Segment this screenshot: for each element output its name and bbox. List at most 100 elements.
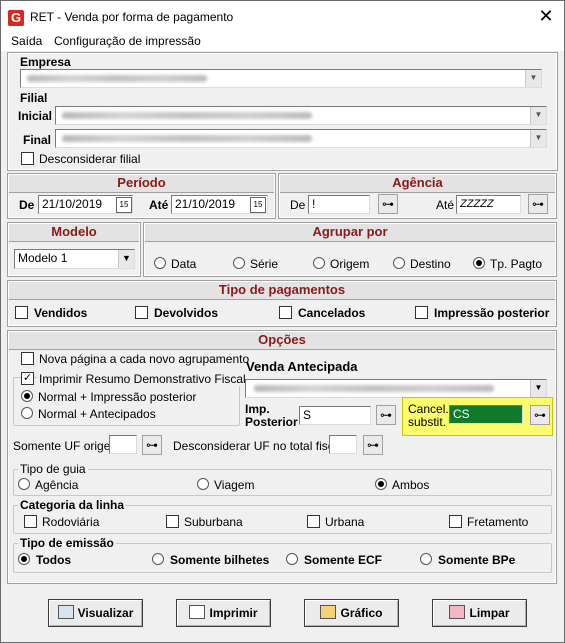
fretamento-checkbox[interactable] <box>449 515 462 528</box>
chevron-down-icon[interactable]: ▼ <box>118 250 134 268</box>
chevron-down-icon[interactable]: ▼ <box>530 130 546 147</box>
resumo-normal-impressao-radio[interactable] <box>21 390 33 402</box>
agrupar-tp-pagto-label: Tp. Pagto <box>490 257 543 271</box>
cancel-substit-input[interactable]: CS <box>449 405 523 424</box>
binoculars-icon[interactable]: ⊶ <box>363 435 383 455</box>
suburbana-checkbox[interactable] <box>166 515 179 528</box>
impressao-posterior-label: Impressão posterior <box>434 306 550 320</box>
limpar-button[interactable]: Limpar <box>432 599 527 627</box>
tipo-guia-title: Tipo de guia <box>18 462 88 476</box>
emissao-ecf-label: Somente ECF <box>304 553 383 567</box>
venda-antecipada-combo[interactable] <box>245 379 547 398</box>
opcoes-title: Opções <box>9 332 555 350</box>
chevron-down-icon[interactable]: ▼ <box>530 380 546 397</box>
filial-inicial-combo[interactable] <box>55 106 547 125</box>
desconsiderar-filial-checkbox[interactable] <box>21 152 34 165</box>
resumo-normal-antecipados-label: Normal + Antecipados <box>38 407 156 421</box>
agencia-de-label: De <box>290 198 306 212</box>
somente-uf-label: Somente UF origem <box>13 439 121 453</box>
somente-uf-input[interactable] <box>109 435 137 454</box>
emissao-ecf-radio[interactable] <box>286 553 298 565</box>
agencia-de-input[interactable]: ! <box>308 195 370 214</box>
rodoviaria-checkbox[interactable] <box>24 515 37 528</box>
binoculars-icon[interactable]: ⊶ <box>528 194 548 214</box>
periodo-ate-label: Até <box>149 198 169 212</box>
agrupar-origem-label: Origem <box>330 257 370 271</box>
agrupar-tp-pagto-radio[interactable] <box>473 257 485 269</box>
tipo-guia-group <box>13 469 552 496</box>
imprimir-button[interactable]: Imprimir <box>176 599 271 627</box>
guia-viagem-radio[interactable] <box>197 478 209 490</box>
urbana-label: Urbana <box>325 515 365 529</box>
empresa-value-redacted <box>27 75 207 82</box>
printer-icon <box>189 605 206 619</box>
cancelados-label: Cancelados <box>298 306 366 320</box>
calendar-icon[interactable]: 15 <box>116 197 132 213</box>
categoria-title: Categoria da linha <box>18 498 127 512</box>
grafico-label: Gráfico <box>340 606 383 620</box>
emissao-bpe-radio[interactable] <box>420 553 432 565</box>
imp-posterior-input[interactable]: S <box>299 406 371 425</box>
menu-saida[interactable]: Saída <box>11 34 42 48</box>
filial-final-combo[interactable] <box>55 129 547 148</box>
empresa-combo[interactable] <box>20 69 542 88</box>
menu-config-impressao[interactable]: Configuração de impressão <box>54 34 201 48</box>
agrupar-title: Agrupar por <box>145 224 555 242</box>
guia-agencia-radio[interactable] <box>18 478 30 490</box>
monitor-icon <box>57 605 74 619</box>
chevron-down-icon[interactable]: ▼ <box>530 107 546 124</box>
vendidos-label: Vendidos <box>34 306 88 320</box>
agrupar-serie-label: Série <box>250 257 279 271</box>
desconsiderar-filial-label: Desconsiderar filial <box>39 152 141 166</box>
agrupar-data-label: Data <box>171 257 197 271</box>
agrupar-destino-radio[interactable] <box>393 257 405 269</box>
imprimir-resumo-checkbox[interactable]: ✓ <box>21 372 34 385</box>
binoculars-icon[interactable]: ⊶ <box>530 405 550 425</box>
close-icon[interactable]: ✕ <box>536 6 556 26</box>
cancel-label-1: Cancel. <box>408 402 449 416</box>
window-title: RET - Venda por forma de pagamento <box>30 10 234 24</box>
guia-ambos-radio[interactable] <box>375 478 387 490</box>
imp-posterior-label-2: Posterior <box>245 415 298 429</box>
fretamento-label: Fretamento <box>467 515 529 529</box>
grafico-button[interactable]: Gráfico <box>304 599 399 627</box>
impressao-posterior-checkbox[interactable] <box>415 306 428 319</box>
nova-pagina-label: Nova página a cada novo agrupamento <box>39 352 250 366</box>
venda-antecipada-label: Venda Antecipada <box>246 359 358 374</box>
cancel-label-2: substit. <box>408 415 447 429</box>
emissao-todos-label: Todos <box>36 553 72 567</box>
eraser-icon <box>449 605 466 619</box>
rodoviaria-label: Rodoviária <box>42 515 100 529</box>
chevron-down-icon[interactable]: ▼ <box>525 70 541 87</box>
main-window: G RET - Venda por forma de pagamento ✕ S… <box>0 0 565 643</box>
periodo-title: Período <box>9 175 274 193</box>
tipo-pagamentos-title: Tipo de pagamentos <box>9 282 555 300</box>
vendidos-checkbox[interactable] <box>15 306 28 319</box>
cancelados-checkbox[interactable] <box>279 306 292 319</box>
agencia-ate-label: Até <box>436 198 455 212</box>
binoculars-icon[interactable]: ⊶ <box>378 194 398 214</box>
guia-agencia-label: Agência <box>35 478 79 492</box>
nova-pagina-checkbox[interactable] <box>21 352 34 365</box>
emissao-bpe-label: Somente BPe <box>438 553 516 567</box>
empresa-label: Empresa <box>20 55 71 69</box>
agrupar-data-radio[interactable] <box>154 257 166 269</box>
agrupar-origem-radio[interactable] <box>313 257 325 269</box>
binoculars-icon[interactable]: ⊶ <box>376 405 396 425</box>
visualizar-label: Visualizar <box>77 606 134 620</box>
binoculars-icon[interactable]: ⊶ <box>142 435 162 455</box>
visualizar-button[interactable]: Visualizar <box>48 599 143 627</box>
resumo-normal-antecipados-radio[interactable] <box>21 407 33 419</box>
emissao-todos-radio[interactable] <box>18 553 30 565</box>
modelo-combo[interactable]: Modelo 1 <box>14 249 135 269</box>
suburbana-label: Suburbana <box>184 515 243 529</box>
emissao-bilhetes-radio[interactable] <box>152 553 164 565</box>
limpar-label: Limpar <box>469 606 510 620</box>
agrupar-serie-radio[interactable] <box>233 257 245 269</box>
agencia-ate-input[interactable]: ZZZZZ <box>456 195 521 214</box>
desconsiderar-uf-input[interactable] <box>329 435 357 454</box>
devolvidos-checkbox[interactable] <box>135 306 148 319</box>
urbana-checkbox[interactable] <box>307 515 320 528</box>
calendar-icon[interactable]: 15 <box>250 197 266 213</box>
filial-final-label: Final <box>23 133 52 147</box>
